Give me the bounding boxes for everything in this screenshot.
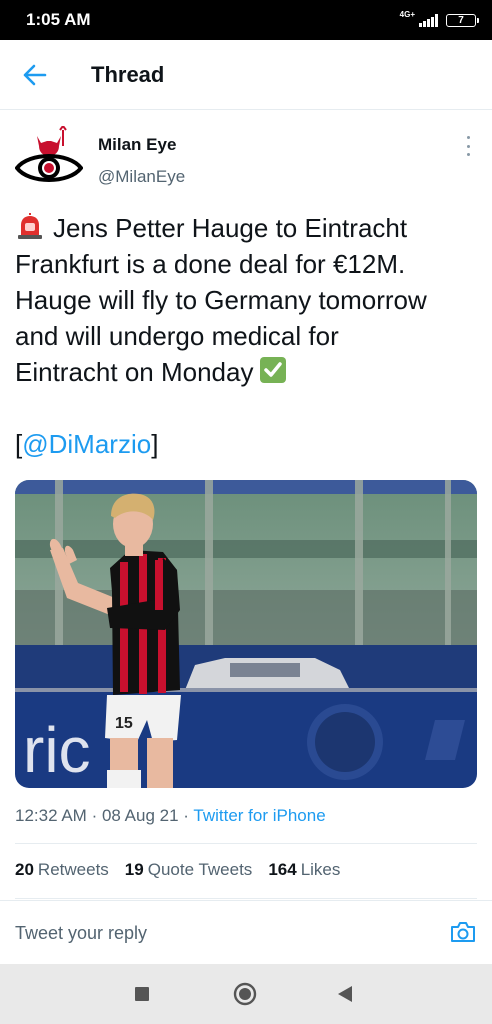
more-vertical-icon (466, 136, 470, 139)
likes-stat[interactable]: 164 Likes (268, 860, 340, 880)
triangle-back-icon (338, 986, 352, 1002)
tweet-line: Eintracht on Monday (15, 357, 254, 387)
quote-tweets-stat[interactable]: 19 Quote Tweets (125, 860, 253, 880)
network-type: 4G+ (399, 10, 415, 19)
home-button[interactable] (233, 982, 257, 1011)
system-nav-bar (0, 964, 492, 1024)
signal-icon (419, 13, 438, 27)
camera-icon (451, 922, 475, 942)
bracket-close: ] (151, 429, 159, 459)
retweets-label: Retweets (37, 860, 109, 879)
likes-label: Likes (300, 860, 341, 879)
back-nav-button[interactable] (337, 985, 353, 1008)
tweet-text: Jens Petter Hauge to Eintracht Frankfurt… (15, 210, 480, 462)
tweet-time: 12:32 AM (15, 806, 87, 825)
tweet-photo[interactable]: ric 15 (15, 480, 477, 788)
mention-link[interactable]: @DiMarzio (22, 429, 151, 459)
reply-bar: Tweet your reply (0, 900, 492, 965)
square-icon (135, 987, 149, 1001)
separator: · (91, 806, 98, 825)
retweets-count: 20 (15, 860, 34, 879)
home-circle-icon (233, 982, 257, 1006)
tweet-meta: 12:32 AM · 08 Aug 21 · Twitter for iPhon… (15, 806, 326, 826)
app-header: Thread (0, 40, 492, 110)
battery-level: 7 (458, 14, 464, 26)
banner-text: ric (23, 714, 91, 786)
separator: · (183, 806, 189, 825)
divider (15, 898, 477, 899)
tweet-line: Frankfurt is a done deal for €12M. (15, 249, 406, 279)
likes-count: 164 (268, 860, 297, 879)
recents-button[interactable] (134, 986, 150, 1007)
retweets-stat[interactable]: 20 Retweets (15, 860, 109, 880)
check-mark-emoji-icon (260, 357, 287, 383)
tweet-stats: 20 Retweets 19 Quote Tweets 164 Likes (15, 860, 356, 880)
back-button[interactable] (20, 62, 50, 88)
status-time: 1:05 AM (26, 10, 91, 29)
avatar[interactable] (14, 124, 84, 194)
siren-emoji-icon (18, 213, 42, 239)
arrow-left-icon (23, 64, 47, 86)
tweet-date: 08 Aug 21 (101, 806, 179, 825)
camera-button[interactable] (450, 921, 476, 943)
divider (15, 843, 477, 844)
status-icons: 4G+ 7 (399, 10, 479, 27)
quote-tweets-label: Quote Tweets (147, 860, 253, 879)
tweet-line: Hauge will fly to Germany tomorrow (15, 285, 427, 315)
battery-icon: 7 (446, 13, 479, 27)
tweet-line: Jens Petter Hauge to Eintracht (53, 213, 408, 243)
tweet-source-link[interactable]: Twitter for iPhone (193, 806, 325, 825)
tweet-line: and will undergo medical for (15, 321, 339, 351)
status-bar: 1:05 AM 4G+ 7 (0, 0, 492, 40)
author-handle[interactable]: @MilanEye (98, 167, 185, 187)
reply-input[interactable]: Tweet your reply (15, 923, 147, 944)
more-options-button[interactable] (462, 136, 474, 156)
author-name[interactable]: Milan Eye (98, 135, 176, 155)
page-title: Thread (91, 62, 165, 87)
svg-text:15: 15 (115, 715, 133, 732)
milan-eye-logo-icon (14, 124, 84, 182)
quote-tweets-count: 19 (124, 860, 144, 879)
footballer-photo: ric 15 (15, 480, 477, 788)
